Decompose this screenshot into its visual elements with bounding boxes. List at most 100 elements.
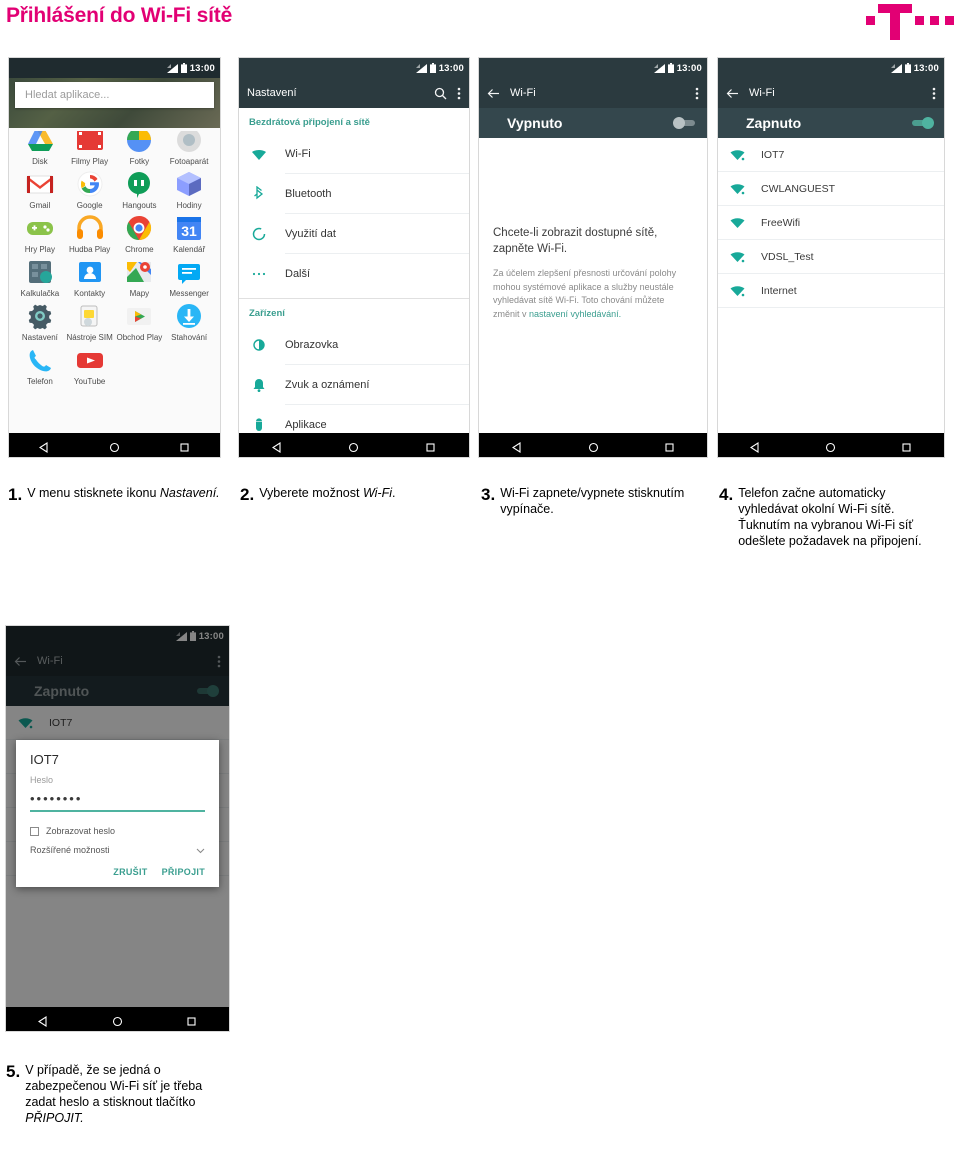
app-item[interactable]: Stahování [164,298,214,342]
home-nav-icon[interactable] [109,440,120,452]
app-item[interactable]: Telefon [15,342,65,386]
app-item[interactable]: Kalkulačka [15,254,65,298]
back-nav-icon[interactable] [271,440,283,453]
app-item[interactable]: 31 Kalendář [164,210,214,254]
show-password-checkbox[interactable]: Zobrazovat heslo [30,826,205,836]
home-nav-icon[interactable] [348,440,359,452]
calculator-icon [25,257,55,287]
overflow-menu-icon[interactable] [457,87,461,100]
app-item[interactable]: Messenger [164,254,214,298]
wifi-toggle-bar[interactable]: Vypnuto [479,108,707,138]
recents-nav-icon[interactable] [664,440,675,452]
app-label: Gmail [29,201,51,210]
back-arrow-icon[interactable] [487,87,500,100]
google-icon [75,169,105,199]
app-item[interactable]: Gmail [15,166,65,210]
app-item[interactable]: Disk [15,128,65,166]
overflow-menu-icon[interactable] [695,87,699,100]
app-item[interactable]: YouTube [65,342,115,386]
wifi-network-row[interactable]: Internet [718,274,944,308]
app-item[interactable]: Filmy Play [65,128,115,166]
app-item[interactable]: Fotoaparát [164,128,214,166]
settings-item-label: Další [285,268,311,280]
wifi-network-row[interactable]: CWLANGUEST [718,172,944,206]
settings-item-bluetooth[interactable]: Bluetooth [239,174,469,214]
connect-button[interactable]: PŘIPOJIT [162,867,205,877]
wifi-network-name: IOT7 [761,148,785,161]
step-number: 1. [8,485,23,504]
settings-item-more[interactable]: Další [239,254,469,294]
recents-nav-icon[interactable] [186,1014,197,1026]
settings-item-label: Zvuk a oznámení [285,365,469,405]
overflow-menu-icon[interactable] [932,87,936,100]
sim-tools-icon [75,301,105,331]
chevron-down-icon[interactable] [196,846,205,855]
phone-icon [25,345,55,375]
app-label: Disk [32,157,48,166]
maps-icon [124,257,154,287]
settings-item-data-usage[interactable]: Využití dat [239,214,469,254]
search-input[interactable]: Hledat aplikace... [15,82,214,108]
cancel-button[interactable]: ZRUŠIT [113,867,147,877]
wifi-toggle-bar[interactable]: Zapnuto [718,108,944,138]
play-music-icon [75,213,105,243]
recents-nav-icon[interactable] [901,440,912,452]
back-nav-icon[interactable] [750,440,761,453]
home-nav-icon[interactable] [825,440,836,452]
back-nav-icon[interactable] [38,440,50,453]
home-nav-icon[interactable] [112,1014,123,1026]
wifi-secured-icon [730,148,745,161]
settings-gear-icon [25,301,55,331]
step-text-emphasis: PŘIPOJIT. [25,1111,84,1125]
wifi-network-name: VDSL_Test [761,250,814,263]
signal-icon [166,63,178,73]
settings-item-display[interactable]: Obrazovka [239,325,469,365]
wifi-network-row[interactable]: FreeWifi [718,206,944,240]
advanced-options-row[interactable]: Rozšířené možnosti [30,845,205,855]
home-nav-icon[interactable] [588,440,599,452]
app-row-0: Disk Filmy Play Fotky Fotoaparát [15,128,214,166]
settings-item-wifi[interactable]: Wi-Fi [239,134,469,174]
play-movies-icon [75,131,105,155]
app-item[interactable]: Hodiny [164,166,214,210]
settings-item-sound[interactable]: Zvuk a oznámení [239,365,469,405]
app-item[interactable]: Obchod Play [115,298,165,342]
app-item[interactable]: Hangouts [115,166,165,210]
app-item[interactable]: Chrome [115,210,165,254]
back-nav-icon[interactable] [37,1014,49,1027]
app-item[interactable]: Hudba Play [65,210,115,254]
wifi-network-row[interactable]: IOT7 [718,138,944,172]
app-item[interactable]: Google [65,166,115,210]
step-text: Wi-Fi zapnete/vypnete stisknutím vypínač… [500,486,685,516]
step-5: 5. V případě, že se jedná o zabezpečenou… [6,1062,226,1126]
step-number: 5. [6,1062,21,1081]
scanning-settings-link[interactable]: nastavení vyhledávání. [529,309,621,319]
recents-nav-icon[interactable] [179,440,190,452]
app-label: Google [76,201,103,210]
wifi-empty-state: Chcete-li zobrazit dostupné sítě, zapnět… [479,138,707,433]
wifi-network-name: Internet [761,284,797,297]
app-label: YouTube [73,377,106,386]
drive-icon [25,131,55,155]
search-icon[interactable] [434,87,447,100]
step-text-part: Vyberete možnost [259,486,363,500]
app-item[interactable]: Fotky [115,128,165,166]
t-mobile-logo [866,4,954,40]
app-item[interactable]: Hry Play [15,210,65,254]
status-bar: 13:00 [9,58,220,78]
app-item[interactable]: Kontakty [65,254,115,298]
gmail-icon [25,169,55,199]
youtube-icon [75,345,105,375]
app-item-nastaveni[interactable]: Nastavení [15,298,65,342]
password-input[interactable]: •••••••• [30,785,205,810]
app-item[interactable]: Mapy [115,254,165,298]
status-bar: 13:00 [479,58,707,78]
wifi-toggle-switch[interactable] [910,117,934,129]
app-item[interactable]: Nástroje SIM [65,298,115,342]
back-arrow-icon[interactable] [726,87,739,100]
back-nav-icon[interactable] [511,440,523,453]
wifi-network-row[interactable]: VDSL_Test [718,240,944,274]
recents-nav-icon[interactable] [425,440,436,452]
wifi-toggle-switch[interactable] [673,117,697,129]
bluetooth-icon [251,185,267,202]
